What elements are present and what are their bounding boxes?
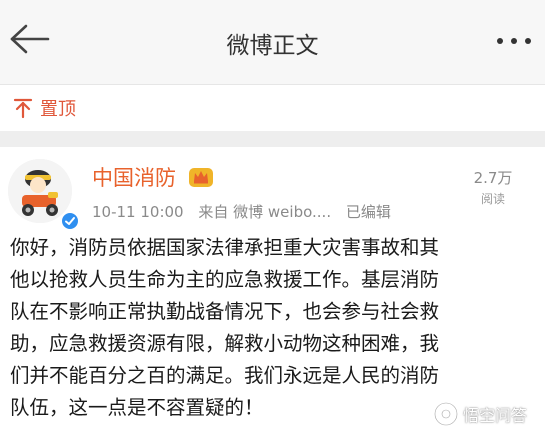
pinned-label: 置顶 — [40, 99, 76, 120]
content-line: 队在不影响正常执勤战备情况下，也会参与社会救 — [10, 300, 440, 323]
read-count-label: 阅读 — [480, 192, 505, 206]
post-card: 中国消防 10-11 10:00 来自 微博 weibo.... 已编辑 2.7… — [0, 147, 545, 436]
content-line: 们并不能百分之百的满足。我们永远是人民的消防 — [10, 364, 440, 387]
post-content: 你好，消防员依据国家法律承担重大灾害事故和其 他以抢救人员生命为主的应急救援工作… — [10, 232, 538, 424]
edited-label[interactable]: 已编辑 — [346, 203, 391, 221]
avatar[interactable] — [8, 159, 80, 231]
read-count-value: 2.7万 — [473, 169, 513, 187]
wukong-logo-icon — [433, 401, 459, 427]
more-dots-icon — [511, 38, 517, 44]
page-title: 微博正文 — [226, 33, 319, 59]
watermark: 悟空问答 — [433, 400, 537, 428]
more-dots-icon — [525, 38, 531, 44]
top-bar: 微博正文 — [0, 0, 545, 84]
pin-icon — [13, 98, 33, 119]
post-meta: 10-11 10:00 来自 微博 weibo.... 已编辑 — [92, 201, 401, 222]
pinned-row: 置顶 — [0, 85, 545, 131]
content-line: 他以抢救人员生命为主的应急救援工作。基层消防 — [10, 268, 440, 291]
content-line: 助，应急救援资源有限，解救小动物这种困难，我 — [10, 332, 440, 355]
more-options-button[interactable] — [497, 34, 531, 48]
watermark-text: 悟空问答 — [463, 406, 528, 425]
content-line: 你好，消防员依据国家法律承担重大灾害事故和其 — [10, 236, 440, 259]
section-gap — [0, 131, 545, 147]
check-icon — [65, 217, 75, 225]
read-count: 2.7万 阅读 — [463, 167, 523, 207]
post-source[interactable]: 来自 微博 weibo.... — [198, 203, 331, 221]
verified-badge-icon — [60, 211, 80, 231]
post-time: 10-11 10:00 — [92, 203, 184, 221]
vip-crown-badge-icon[interactable] — [188, 164, 214, 188]
more-dots-icon — [497, 38, 503, 44]
author-name[interactable]: 中国消防 — [92, 162, 176, 192]
